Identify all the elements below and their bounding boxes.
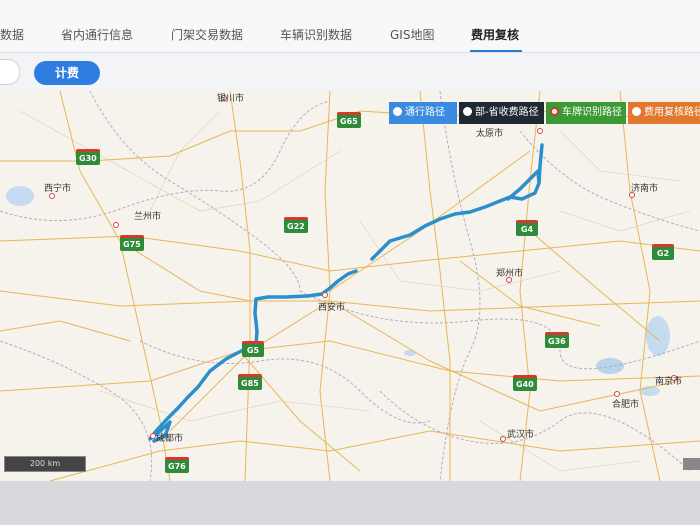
highway-shield: G30 <box>76 149 100 165</box>
tab-gantry-transactions[interactable]: 门架交易数据 <box>171 26 243 43</box>
map-canvas <box>0 91 700 481</box>
legend-label: 费用复核路径 <box>644 107 700 118</box>
legend-radio-icon <box>550 107 559 116</box>
city-label: 郑州市 <box>496 269 524 279</box>
highway-shield: G65 <box>337 112 361 128</box>
highway-shield: G5 <box>242 341 264 357</box>
legend-plate-recognition-path[interactable]: 车牌识别路径 <box>546 102 626 124</box>
active-tab-indicator <box>470 50 522 52</box>
city-marker <box>537 128 543 134</box>
highway-shield: G40 <box>513 375 537 391</box>
bottom-bezel <box>0 481 700 525</box>
toolbar: 计费 <box>0 53 700 91</box>
city-marker <box>500 436 506 442</box>
city-label: 太原市 <box>476 129 504 139</box>
highway-shield: G36 <box>545 332 569 348</box>
city-label: 合肥市 <box>612 400 640 410</box>
highway-shield: G85 <box>238 374 262 390</box>
tab-data[interactable]: 数据 <box>0 26 24 43</box>
city-label: 武汉市 <box>507 430 535 440</box>
city-label: 济南市 <box>631 184 659 194</box>
tab-fee-review[interactable]: 费用复核 <box>471 26 519 43</box>
city-marker <box>113 222 119 228</box>
highway-shield: G22 <box>284 217 308 233</box>
city-label: 成都市 <box>156 434 184 444</box>
tab-bar: 数据 省内通行信息 门架交易数据 车辆识别数据 GIS地图 费用复核 <box>0 0 700 53</box>
legend-label: 部-省收费路径 <box>475 107 539 118</box>
city-label: 银川市 <box>217 94 245 104</box>
city-label: 南京市 <box>655 377 683 387</box>
map-scroll-handle[interactable] <box>683 458 700 470</box>
city-label: 兰州市 <box>134 212 162 222</box>
highway-shield: G2 <box>652 244 674 260</box>
legend-traffic-path[interactable]: 通行路径 <box>389 102 457 124</box>
legend-label: 通行路径 <box>405 107 445 118</box>
legend-radio-icon <box>632 107 641 116</box>
highway-shield: G75 <box>120 235 144 251</box>
legend-radio-icon <box>393 107 402 116</box>
city-label: 西宁市 <box>44 184 72 194</box>
highway-shield: G4 <box>516 220 538 236</box>
legend-ministry-province-path[interactable]: 部-省收费路径 <box>459 102 544 124</box>
legend-radio-icon <box>463 107 472 116</box>
city-marker <box>322 292 328 298</box>
legend-fee-review-path[interactable]: 费用复核路径 <box>628 102 700 124</box>
highway-shield: G76 <box>165 457 189 473</box>
calculate-fee-button[interactable]: 计费 <box>34 61 100 85</box>
legend-label: 车牌识别路径 <box>562 107 622 118</box>
tab-gis-map[interactable]: GIS地图 <box>390 26 434 43</box>
tab-vehicle-recognition[interactable]: 车辆识别数据 <box>280 26 352 43</box>
city-label: 西安市 <box>318 303 346 313</box>
gis-map[interactable]: 银川市 太原市 西宁市 兰州市 济南市 郑州市 西安市 合肥市 南京市 武汉市 … <box>0 91 700 481</box>
partial-button[interactable] <box>0 59 20 85</box>
map-scale-bar: 200 km <box>4 456 86 472</box>
tab-province-traffic[interactable]: 省内通行信息 <box>61 26 133 43</box>
